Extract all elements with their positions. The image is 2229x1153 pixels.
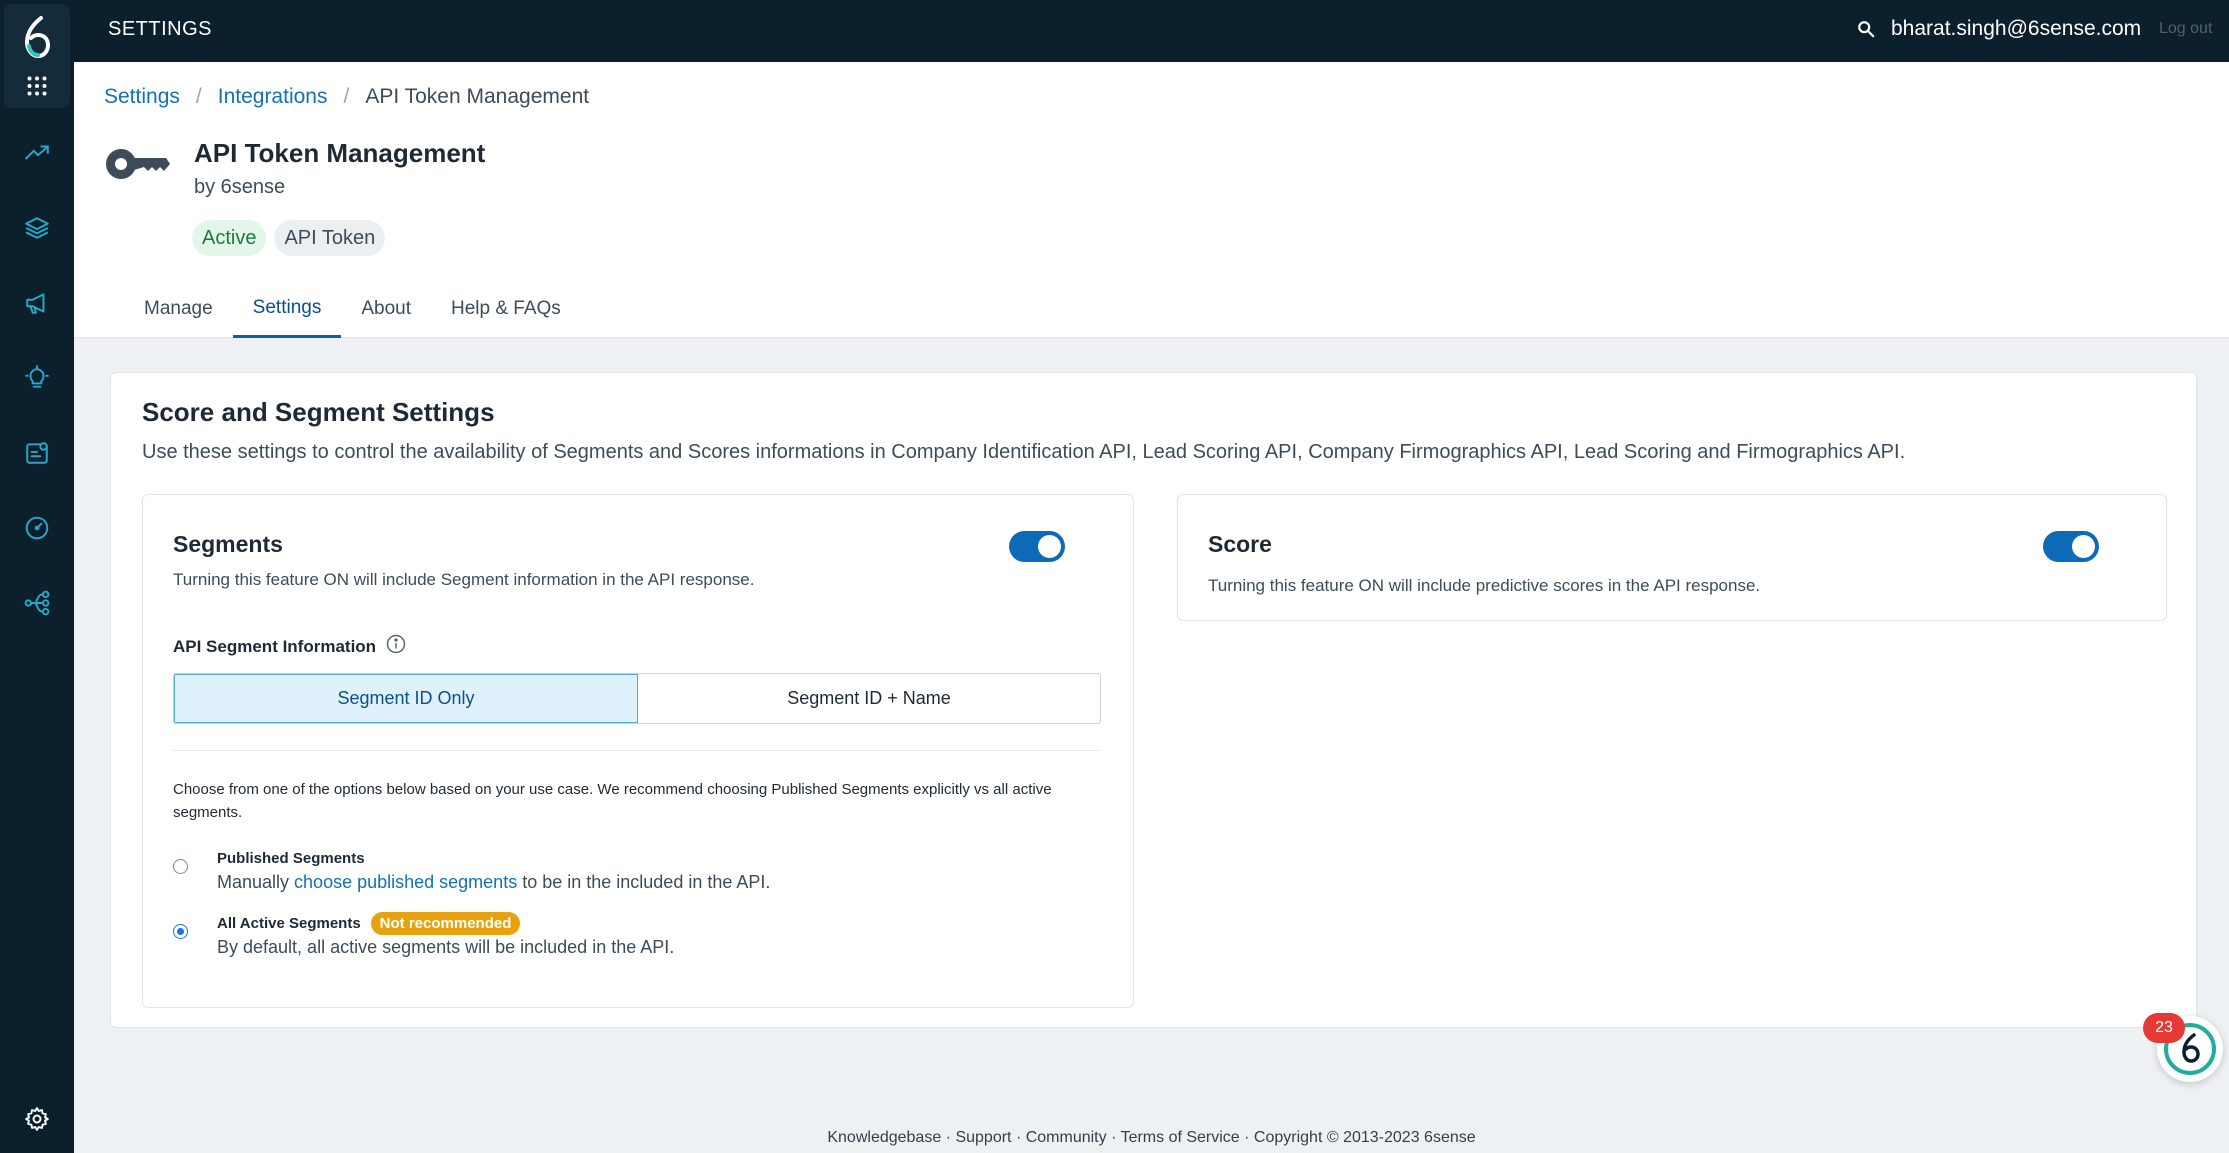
footer-copyright: Copyright © 2013-2023 6sense [1253,1129,1476,1146]
segments-description: Turning this feature ON will include Seg… [173,570,755,589]
segment-id-only-option[interactable]: Segment ID Only [174,674,638,723]
top-bar-title: SETTINGS [108,18,213,40]
published-sub-prefix: Manually [217,872,295,892]
breadcrumb-separator: / [343,85,350,108]
all-active-segments-option: All Active Segments Not recommended By d… [173,911,675,958]
left-sidebar [0,0,74,1153]
not-recommended-badge: Not recommended [370,911,521,935]
segment-id-name-option[interactable]: Segment ID + Name [638,674,1100,723]
segments-title: Segments [173,531,283,557]
footer: Knowledgebase · Support · Community · Te… [74,1129,2229,1147]
tab-about[interactable]: About [341,280,431,338]
score-description: Turning this feature ON will include pre… [1208,576,1761,595]
integration-header: Settings / Integrations / API Token Mana… [74,62,2229,338]
tab-bar: Manage Settings About Help & FAQs [124,280,581,338]
breadcrumb-settings[interactable]: Settings [104,85,180,109]
footer-knowledgebase[interactable]: Knowledgebase [827,1129,941,1146]
breadcrumb-current: API Token Management [365,85,590,108]
app-vendor: by 6sense [194,176,286,198]
score-title: Score [1208,531,1272,557]
badges: Active API Token [192,220,386,256]
score-toggle[interactable] [2043,531,2099,562]
tab-manage[interactable]: Manage [124,280,233,338]
tab-settings[interactable]: Settings [232,280,342,338]
footer-separator: · [1106,1129,1121,1146]
breadcrumb: Settings / Integrations / API Token Mana… [104,85,589,109]
footer-support[interactable]: Support [955,1129,1011,1146]
segments-toggle[interactable] [1009,531,1065,562]
logout-link[interactable]: Log out [2159,20,2212,38]
layers-icon[interactable] [21,212,53,244]
info-icon[interactable] [386,634,406,659]
reports-icon[interactable] [21,437,53,469]
segment-info-selector: Segment ID Only Segment ID + Name [173,673,1101,724]
section-title: Score and Segment Settings [142,397,495,427]
footer-terms[interactable]: Terms of Service [1121,1129,1240,1146]
page-title: API Token Management [194,138,486,168]
lightbulb-icon[interactable] [21,362,53,394]
published-segments-option: Published Segments Manually choose publi… [173,847,770,893]
breadcrumb-integrations[interactable]: Integrations [218,85,328,109]
score-panel: Score Turning this feature ON will inclu… [1177,494,2167,621]
logo-block[interactable] [4,4,70,108]
gauge-icon[interactable] [21,512,53,544]
segment-choice-help: Choose from one of the options below bas… [173,781,1052,821]
type-badge: API Token [274,220,386,256]
tab-help-faqs[interactable]: Help & FAQs [431,280,581,338]
notification-count-badge: 23 [2143,1013,2185,1043]
published-sub-suffix: to be in the included in the API. [517,872,771,892]
score-segment-settings-card: Score and Segment Settings Use these set… [110,372,2197,1028]
api-segment-info-label: API Segment Information [173,634,406,659]
breadcrumb-separator: / [195,85,202,108]
footer-separator: · [1011,1129,1026,1146]
user-email[interactable]: bharat.singh@6sense.com [1891,17,2141,41]
footer-separator: · [941,1129,956,1146]
key-icon [104,144,170,189]
section-description: Use these settings to control the availa… [142,441,1906,463]
gear-icon[interactable] [21,1103,53,1135]
apps-grid-icon[interactable] [27,76,47,101]
published-segments-title: Published Segments [217,849,365,867]
segments-panel: Segments Turning this feature ON will in… [142,494,1134,1008]
workflow-icon[interactable] [21,587,53,619]
divider [173,750,1101,751]
footer-separator: · [1239,1129,1254,1146]
toggle-knob [1038,535,1061,558]
trending-up-icon[interactable] [21,137,53,169]
megaphone-icon[interactable] [21,287,53,319]
all-active-segments-radio[interactable] [173,924,188,939]
published-segments-radio[interactable] [173,859,188,874]
choose-published-segments-link[interactable]: choose published segments [294,872,517,892]
api-segment-info-text: API Segment Information [173,636,377,656]
6sense-logo-icon[interactable] [21,16,53,65]
published-segments-description: Manually choose published segments to be… [217,872,770,893]
all-active-segments-header: All Active Segments Not recommended [217,911,674,935]
all-active-segments-title: All Active Segments [217,914,361,932]
all-active-segments-description: By default, all active segments will be … [217,937,675,957]
top-bar: SETTINGS bharat.singh@6sense.com Log out [74,0,2229,62]
toggle-knob [2072,535,2095,558]
footer-community[interactable]: Community [1026,1129,1107,1146]
status-badge: Active [192,220,267,256]
search-icon[interactable] [1857,20,1875,43]
